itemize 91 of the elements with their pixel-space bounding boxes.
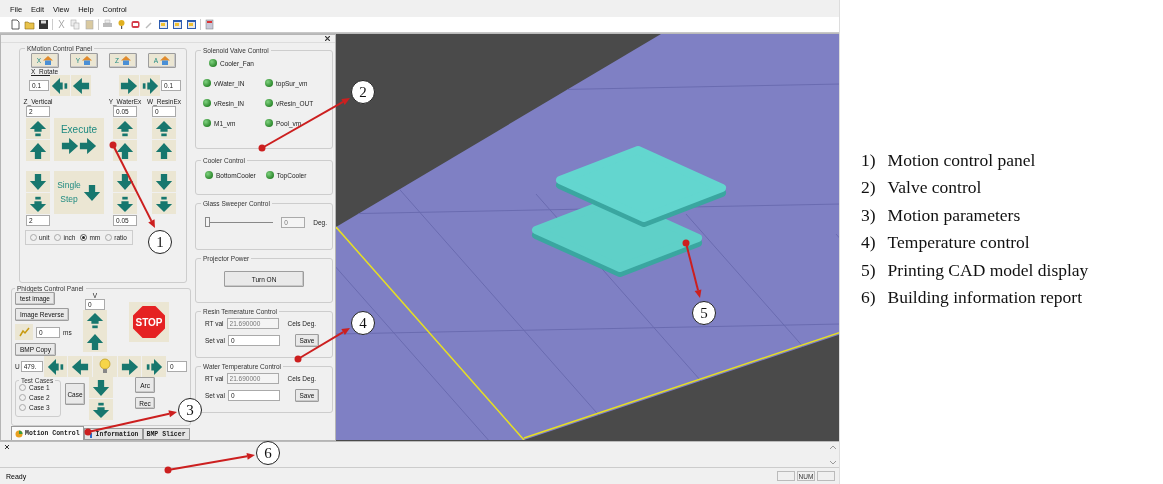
- close-icon[interactable]: [325, 36, 330, 41]
- arrow-button[interactable]: [152, 118, 176, 139]
- arrow-button[interactable]: [113, 140, 137, 161]
- pie-icon: [15, 429, 23, 438]
- slider-track[interactable]: [205, 216, 274, 228]
- arrow-button[interactable]: [142, 356, 166, 377]
- arrow-button[interactable]: [43, 356, 68, 377]
- arrow-button[interactable]: [152, 171, 176, 192]
- legend-text: Building information report: [887, 287, 1082, 309]
- window-icon[interactable]: [172, 19, 183, 30]
- arrow-button[interactable]: [152, 140, 176, 161]
- arrow-button[interactable]: [68, 356, 92, 377]
- arrow-button[interactable]: [83, 310, 107, 331]
- light-button[interactable]: [93, 356, 117, 377]
- down-arrow-icon: [92, 400, 110, 419]
- legend-text: Motion parameters: [887, 204, 1021, 226]
- legend-number: 2): [861, 177, 876, 199]
- light-bulb-icon: [98, 358, 111, 375]
- single-step-button[interactable]: Single Step: [54, 171, 104, 214]
- arrow-button[interactable]: [26, 140, 50, 161]
- status-pane: [817, 471, 835, 481]
- chevron-down-icon[interactable]: [830, 461, 836, 465]
- arrow-button[interactable]: [83, 331, 107, 352]
- legend-text: Motion control panel: [887, 149, 1036, 171]
- legend-text: Temperature control: [887, 232, 1030, 254]
- new-file-icon[interactable]: [10, 19, 21, 30]
- slider-thumb[interactable]: [205, 217, 210, 227]
- right-arrow-icon: [120, 357, 139, 376]
- right-arrow-icon: [79, 137, 97, 155]
- arrow-button[interactable]: [152, 193, 176, 214]
- up-arrow-icon: [29, 141, 47, 160]
- left-arrow-icon: [71, 357, 90, 376]
- legend-number: 5): [861, 259, 876, 281]
- up-arrow-icon: [116, 141, 134, 160]
- status-pane: [777, 471, 795, 481]
- arrow-button[interactable]: [89, 399, 113, 420]
- right-arrow-icon: [61, 137, 79, 155]
- left-arrow-icon: [72, 76, 91, 95]
- down-arrow-icon: [29, 194, 47, 213]
- arrow-button[interactable]: [113, 193, 137, 214]
- house-icon: [121, 56, 131, 65]
- arrow-button[interactable]: [26, 118, 50, 139]
- up-arrow-icon: [29, 119, 47, 138]
- close-icon[interactable]: [5, 445, 9, 449]
- window-icon[interactable]: [158, 19, 169, 30]
- arrow-button[interactable]: [139, 75, 160, 96]
- left-arrow-icon: [51, 76, 70, 95]
- execute-button[interactable]: Execute: [54, 118, 104, 161]
- up-arrow-icon: [116, 119, 134, 138]
- right-arrow-icon: [145, 357, 164, 376]
- zigzag-icon: [18, 327, 30, 337]
- right-arrow-icon: [140, 76, 159, 95]
- calculator-icon[interactable]: [204, 19, 215, 30]
- arrow-button[interactable]: [26, 193, 50, 214]
- chevron-up-icon[interactable]: [830, 445, 836, 449]
- arrow-button[interactable]: [89, 377, 113, 398]
- arrow-button[interactable]: [71, 75, 92, 96]
- radio-button[interactable]: [80, 234, 88, 241]
- legend-number: 4): [861, 232, 876, 254]
- left-arrow-icon: [46, 357, 65, 376]
- right-arrow-icon: [119, 76, 138, 95]
- up-arrow-icon: [155, 141, 173, 160]
- window-icon[interactable]: [186, 19, 197, 30]
- down-arrow-icon: [116, 194, 134, 213]
- arrow-button[interactable]: [117, 356, 142, 377]
- floppy-icon[interactable]: [38, 19, 49, 30]
- up-arrow-icon: [86, 332, 104, 351]
- up-arrow-icon: [86, 311, 104, 330]
- house-icon: [43, 56, 54, 65]
- house-icon: [82, 56, 93, 65]
- down-arrow-icon: [116, 172, 134, 191]
- arrow-button[interactable]: [50, 75, 71, 96]
- down-arrow-icon: [155, 194, 173, 213]
- arrow-button[interactable]: [26, 171, 50, 192]
- house-icon: [160, 56, 171, 65]
- down-arrow-icon: [83, 183, 101, 202]
- callout-arrow: [682, 239, 702, 298]
- legend-text: Printing CAD model display: [887, 259, 1089, 281]
- down-arrow-icon: [155, 172, 173, 191]
- down-arrow-icon: [29, 172, 47, 191]
- legend-text: Valve control: [887, 177, 982, 199]
- up-arrow-icon: [155, 119, 173, 138]
- scissors-icon[interactable]: [56, 19, 67, 30]
- arrow-button[interactable]: [113, 118, 137, 139]
- callout-arrow: [294, 328, 350, 363]
- down-arrow-icon: [92, 378, 110, 397]
- arrow-button[interactable]: [118, 75, 139, 96]
- legend-number: 3): [861, 204, 876, 226]
- legend-number: 1): [861, 149, 876, 171]
- legend-number: 6): [861, 287, 876, 309]
- clipboard-icon[interactable]: [84, 19, 95, 30]
